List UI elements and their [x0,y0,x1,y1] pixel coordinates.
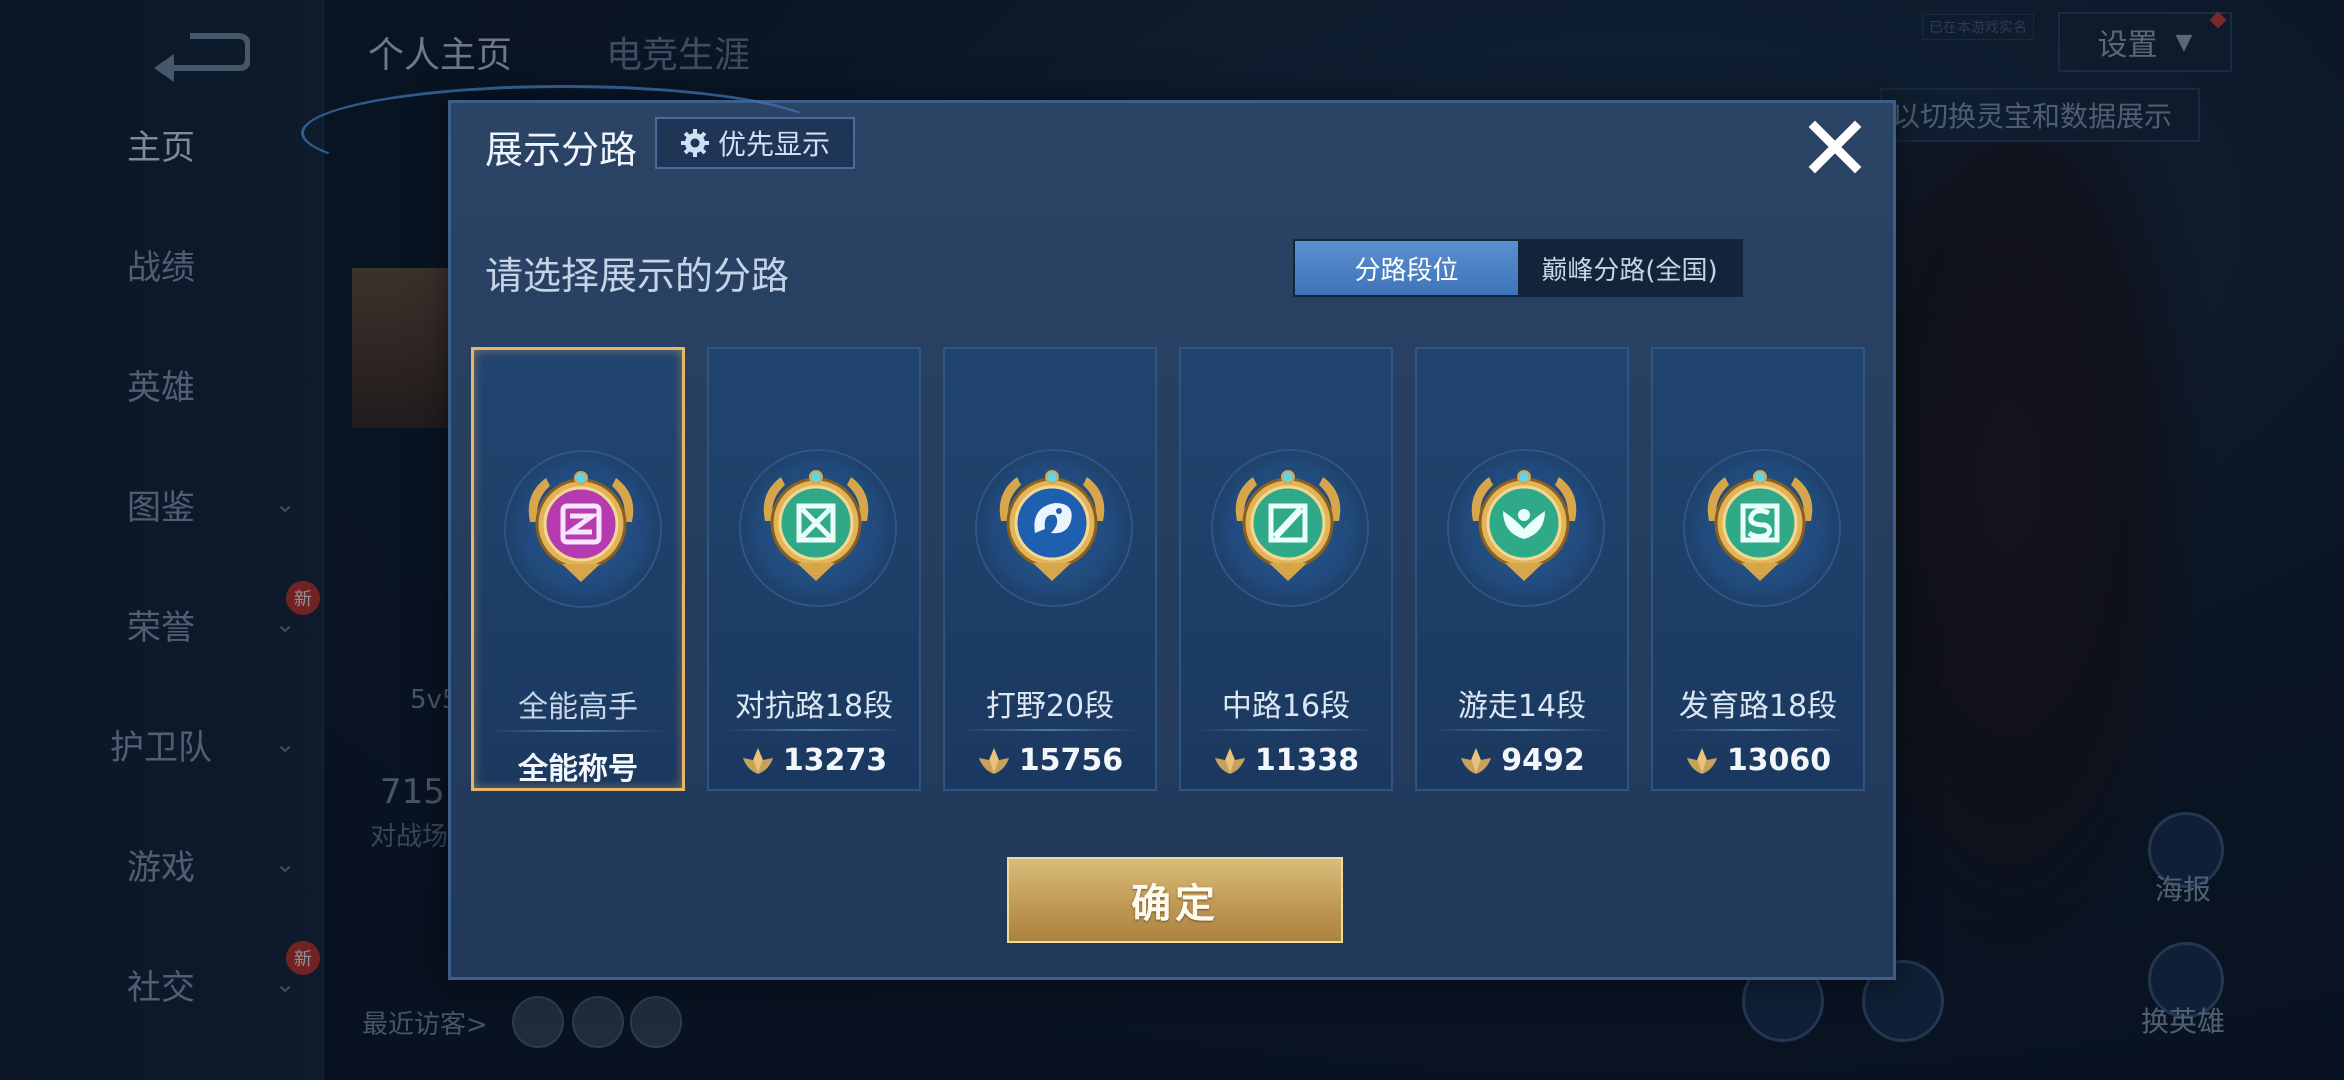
lane-points-icon [978,747,1009,774]
lane-card-value: 15756 [945,743,1155,778]
mid-lane-emblem-icon [1235,470,1341,581]
lane-card-value: 全能称号 [474,744,682,788]
close-icon [1808,120,1862,174]
dialog-title: 展示分路 [485,128,638,172]
lane-card-value-text: 11338 [1254,743,1360,778]
farm-lane-emblem-icon [1707,470,1813,581]
lane-card-title: 中路16段 [1221,689,1351,724]
lane-card-value-text: 13060 [1726,743,1832,778]
lane-card-title: 全能高手 [518,690,638,725]
clash-lane-emblem-icon [763,470,869,581]
priority-display-label: 优先显示 [717,128,830,161]
jungle-dragon-emblem-icon [999,470,1105,581]
lane-card-value: 13060 [1653,743,1863,778]
gear-icon [680,129,709,157]
dialog-subtitle: 请选择展示的分路 [485,254,790,298]
lane-card-value: 11338 [1181,743,1391,778]
lane-points-icon [1461,747,1492,774]
lane-points-icon [1214,747,1245,774]
lane-card[interactable]: 打野20段 15756 [943,347,1157,791]
segment-peak-lane[interactable]: 巅峰分路(全国) [1518,241,1741,295]
lane-card[interactable]: 对抗路18段 13273 [707,347,921,791]
lane-card-title: 游走14段 [1457,689,1587,724]
lane-card-value-text: 15756 [1018,743,1124,778]
confirm-button[interactable]: 确定 [1007,857,1343,943]
lane-display-dialog: 展示分路 优先显示 请选择展示的分路 分路段位 巅峰分路(全国) 全能高手 全能… [301,85,1896,980]
lane-card[interactable]: 中路16段 11338 [1179,347,1393,791]
lane-card-title: 对抗路18段 [734,689,894,724]
lane-card[interactable]: 发育路18段 13060 [1651,347,1865,791]
lane-points-icon [1686,747,1717,774]
lane-card-title: 打野20段 [985,689,1115,724]
all-round-emblem-icon [528,471,634,582]
priority-display-button[interactable]: 优先显示 [655,117,855,169]
lane-card[interactable]: 全能高手 全能称号 [471,347,685,791]
segment-lane-rank[interactable]: 分路段位 [1295,241,1518,295]
lane-points-icon [742,747,773,774]
roam-wings-emblem-icon [1471,470,1577,581]
lane-card-value-text: 全能称号 [518,752,638,787]
divider [1195,729,1377,731]
divider [723,729,905,731]
divider [488,730,668,732]
lane-card-title: 发育路18段 [1678,689,1838,724]
lane-card[interactable]: 游走14段 9492 [1415,347,1629,791]
close-button[interactable] [1805,117,1865,177]
lane-card-value-text: 9492 [1501,743,1585,778]
divider [959,729,1141,731]
lane-type-segment: 分路段位 巅峰分路(全国) [1293,239,1743,297]
divider [1431,729,1613,731]
lane-card-value-text: 13273 [782,743,888,778]
lane-card-value: 9492 [1417,743,1627,778]
lane-card-value: 13273 [709,743,919,778]
divider [1667,729,1849,731]
